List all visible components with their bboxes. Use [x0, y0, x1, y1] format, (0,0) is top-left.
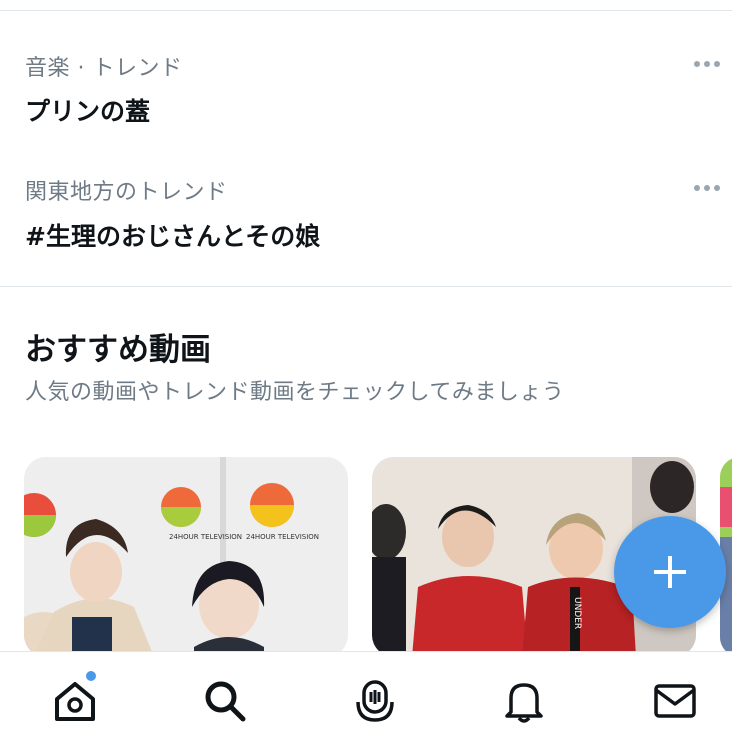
trend-title: プリンの蓋 [25, 97, 151, 126]
trend-meta: 関東地方のトレンド [25, 180, 228, 205]
nav-notifications[interactable] [497, 674, 551, 728]
bottom-nav [0, 651, 732, 750]
bell-icon [505, 683, 543, 723]
mail-icon [654, 684, 696, 718]
top-divider [0, 10, 732, 11]
video-thumbnail: 24HOUR TELEVISION 24HOUR TELEVISION [24, 457, 348, 657]
watermark-text: UNDER [572, 597, 582, 629]
more-options-icon[interactable] [694, 185, 722, 195]
nav-search[interactable] [198, 674, 252, 728]
trend-item[interactable]: 関東地方のトレンド #生理のおじさんとその娘 [0, 165, 732, 265]
trend-item[interactable]: 音楽 · トレンド プリンの蓋 [0, 40, 732, 140]
nav-home[interactable] [48, 674, 102, 728]
watermark-text: 24HOUR TELEVISION [246, 533, 319, 541]
section-subtitle: 人気の動画やトレンド動画をチェックしてみましょう [25, 380, 565, 405]
watermark-text: 24HOUR TELEVISION [169, 533, 242, 541]
section-divider [0, 286, 732, 287]
spaces-icon [356, 680, 394, 722]
unread-indicator [86, 671, 96, 681]
more-options-icon[interactable] [694, 61, 722, 71]
nav-spaces[interactable] [348, 674, 402, 728]
plus-icon [654, 556, 686, 588]
trend-meta: 音楽 · トレンド [25, 56, 183, 81]
video-card[interactable]: 24HOUR TELEVISION 24HOUR TELEVISION [24, 457, 348, 657]
home-icon [55, 682, 95, 721]
nav-messages[interactable] [648, 674, 702, 728]
search-icon [205, 681, 246, 722]
compose-button[interactable] [614, 516, 726, 628]
trend-title: #生理のおじさんとその娘 [25, 222, 321, 251]
section-title: おすすめ動画 [25, 332, 211, 368]
